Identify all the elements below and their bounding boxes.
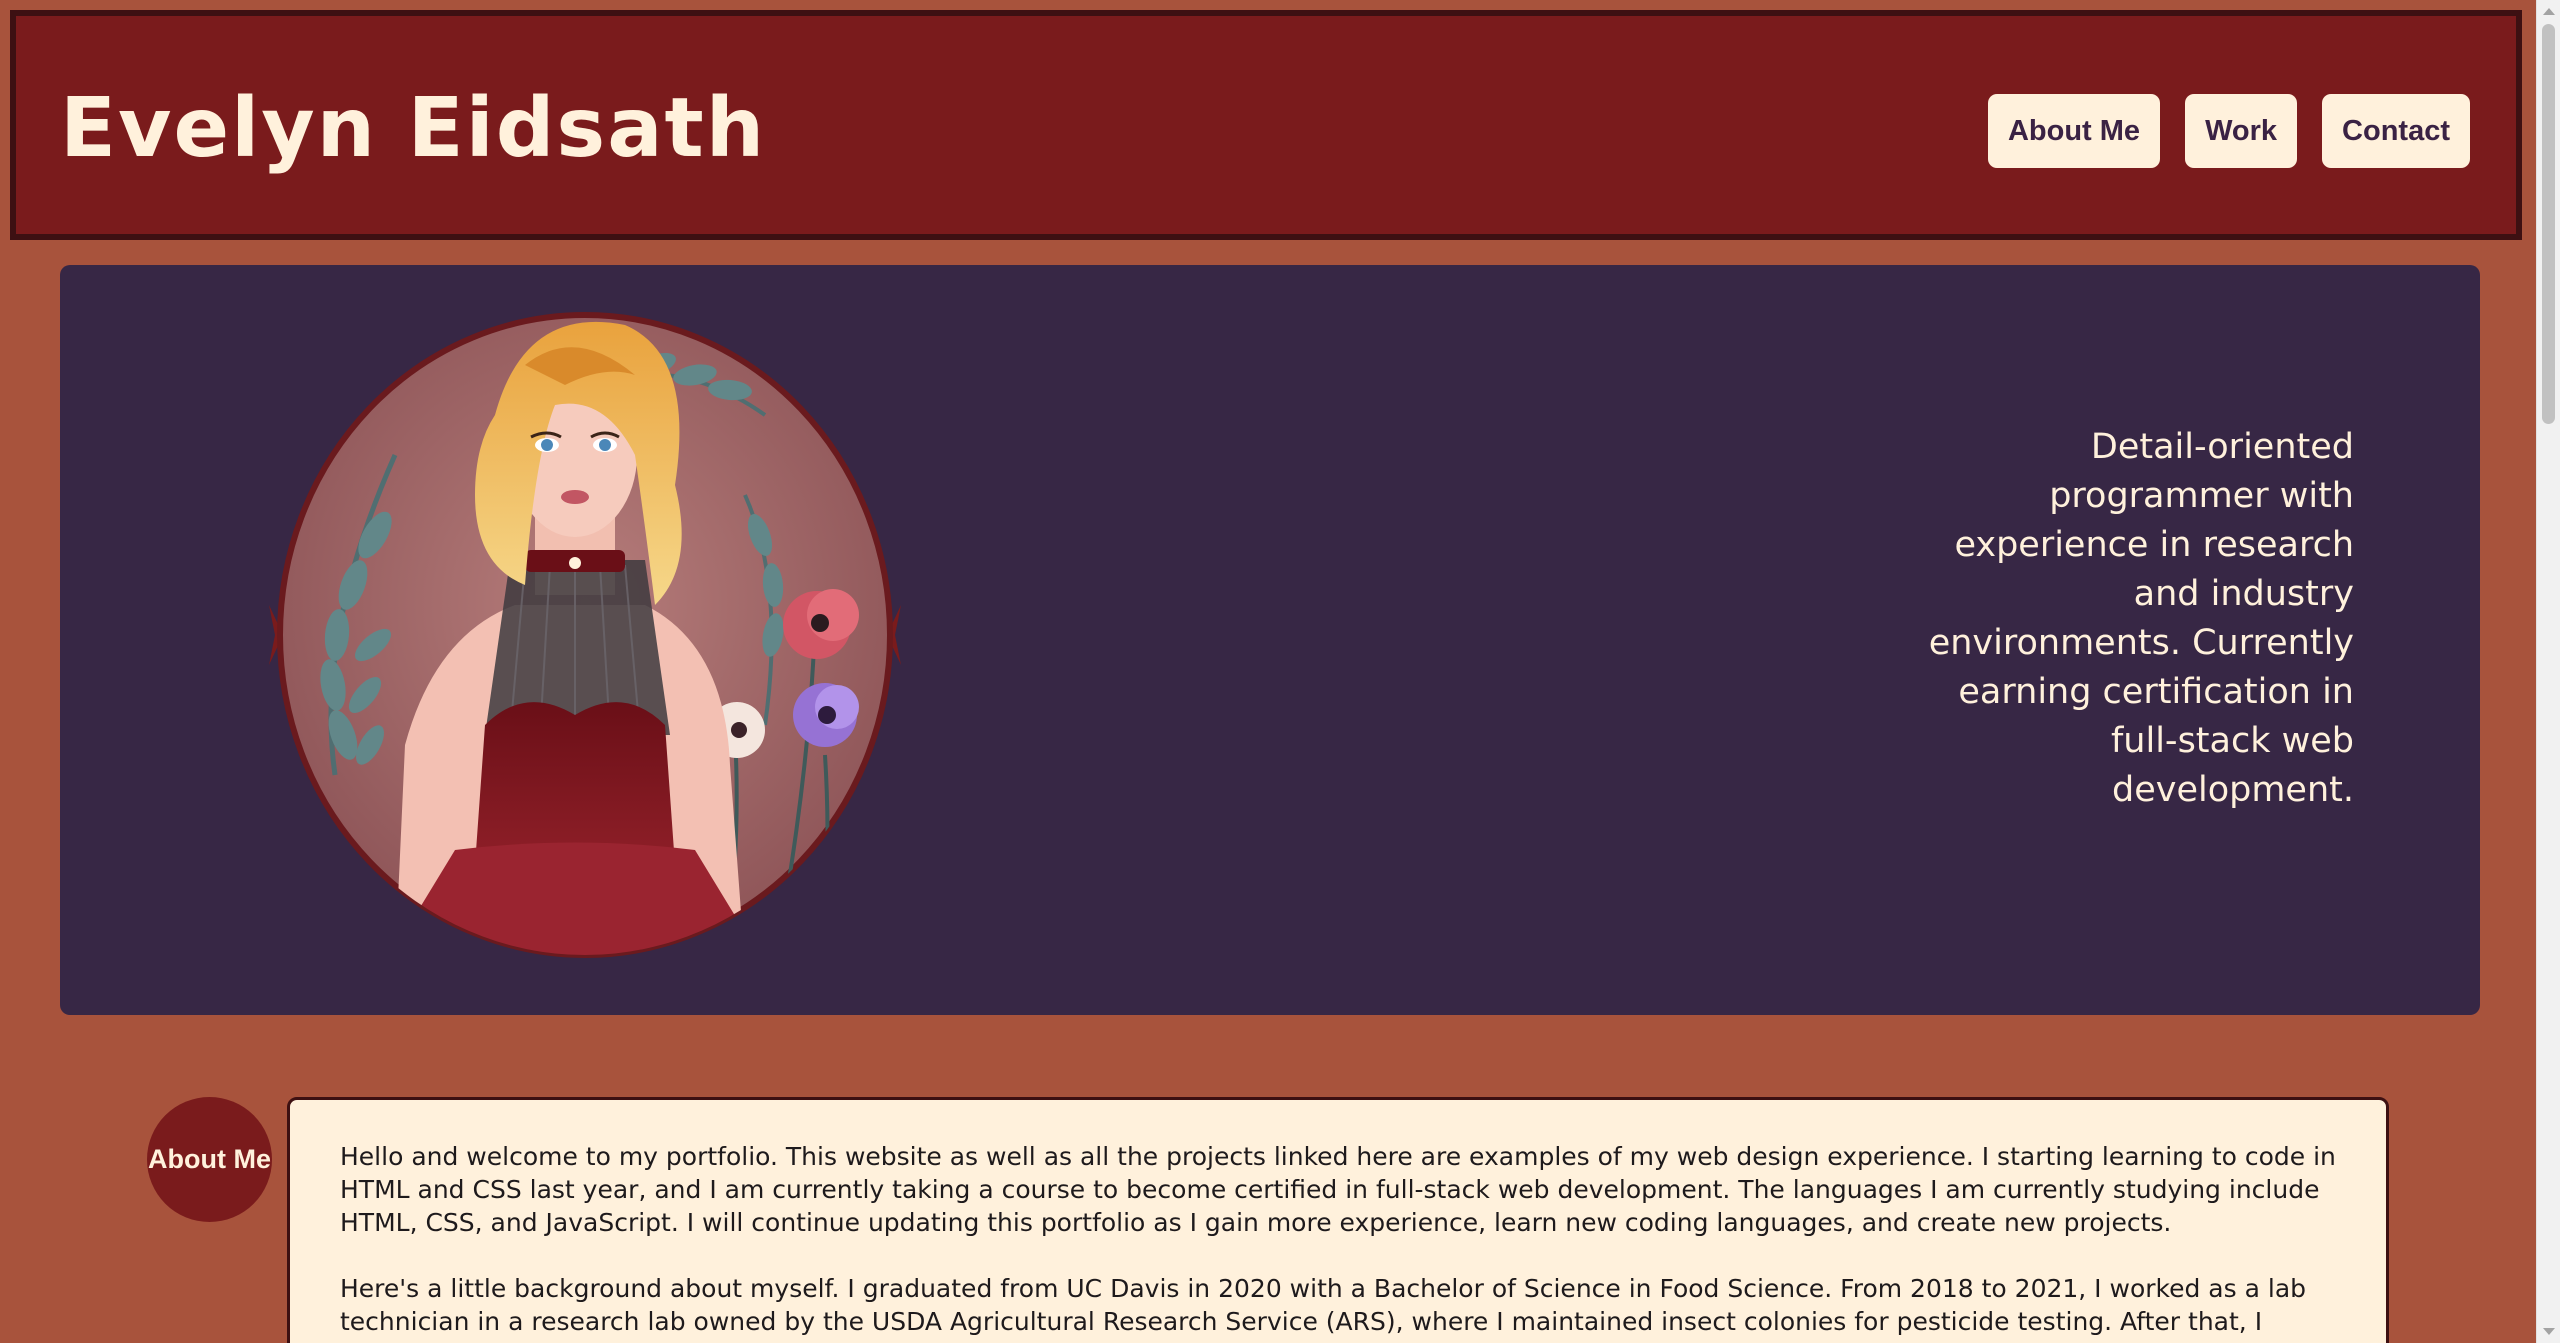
- main-nav: About Me Work Contact: [1987, 94, 2470, 168]
- about-me-card: Hello and welcome to my portfolio. This …: [287, 1097, 2389, 1343]
- about-paragraph: Hello and welcome to my portfolio. This …: [340, 1142, 2336, 1237]
- vertical-scrollbar[interactable]: [2536, 0, 2560, 1343]
- site-title: Evelyn Eidsath: [60, 81, 767, 176]
- nav-work-button[interactable]: Work: [2185, 94, 2298, 168]
- scroll-down-arrow-icon[interactable]: [2543, 1328, 2555, 1335]
- scroll-up-arrow-icon[interactable]: [2543, 8, 2555, 15]
- site-header: Evelyn Eidsath About Me Work Contact: [10, 10, 2522, 240]
- nav-about-me-button[interactable]: About Me: [1987, 94, 2161, 168]
- scrollbar-thumb[interactable]: [2542, 24, 2555, 424]
- about-me-heading-badge: About Me: [147, 1097, 272, 1222]
- page: Evelyn Eidsath About Me Work Contact Det…: [0, 0, 2536, 1343]
- hero-tagline: Detail-oriented programmer with experien…: [1928, 427, 2354, 810]
- hero-section: Detail-oriented programmer with experien…: [60, 265, 2480, 1015]
- portrait-illustration: [269, 312, 901, 958]
- nav-contact-button[interactable]: Contact: [2322, 94, 2470, 168]
- about-paragraph: Here's a little background about myself.…: [340, 1274, 2307, 1343]
